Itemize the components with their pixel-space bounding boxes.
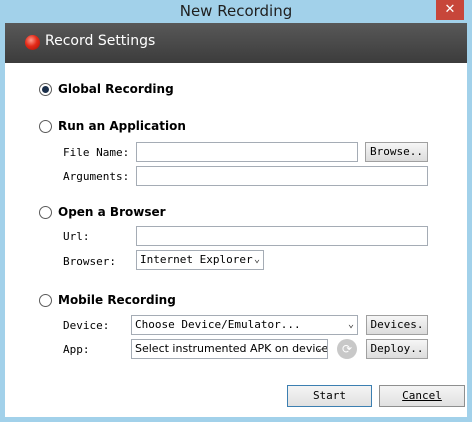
devices-button[interactable]: Devices. [366, 315, 428, 335]
window-title: New Recording [179, 2, 293, 20]
mobile-recording-label: Mobile Recording [58, 293, 176, 307]
browse-button[interactable]: Browse.. [365, 142, 428, 162]
browser-select-value: Internet Explorer [140, 253, 253, 266]
global-recording-radio[interactable] [39, 83, 52, 96]
device-label: Device: [63, 319, 110, 332]
close-icon: ✕ [444, 2, 456, 17]
chevron-down-icon: ⌄ [315, 343, 324, 354]
run-application-radio[interactable] [39, 120, 52, 133]
open-browser-radio[interactable] [39, 206, 52, 219]
cancel-button[interactable]: Cancel [379, 385, 465, 407]
file-name-input[interactable] [136, 142, 358, 162]
header-title: Record Settings [45, 33, 156, 49]
url-label: Url: [63, 230, 90, 243]
app-select-value: Select instrumented APK on device... [135, 342, 328, 355]
arguments-input[interactable] [136, 166, 428, 186]
open-browser-label: Open a Browser [58, 205, 166, 219]
header-bar: Record Settings [5, 23, 467, 63]
app-select[interactable]: Select instrumented APK on device... ⌄ [131, 339, 328, 359]
deploy-button[interactable]: Deploy.. [366, 339, 428, 359]
device-select-value: Choose Device/Emulator... [135, 318, 301, 331]
app-label: App: [63, 343, 90, 356]
record-icon [25, 35, 40, 50]
global-recording-label: Global Recording [58, 82, 174, 96]
chevron-down-icon: ⌄ [253, 254, 260, 265]
cancel-button-label: Cancel [402, 389, 442, 402]
browser-select[interactable]: Internet Explorer ⌄ [136, 250, 264, 270]
chevron-down-icon: ⌄ [347, 319, 354, 330]
start-button[interactable]: Start [287, 385, 372, 407]
run-application-label: Run an Application [58, 119, 186, 133]
dialog-body: Record Settings Global Recording Run an … [5, 23, 467, 417]
window-titlebar: New Recording ✕ [0, 0, 472, 23]
arguments-label: Arguments: [63, 170, 130, 183]
url-input[interactable] [136, 226, 428, 246]
refresh-icon[interactable]: ⟳ [337, 339, 357, 359]
browser-label: Browser: [63, 255, 116, 268]
mobile-recording-radio[interactable] [39, 294, 52, 307]
device-select[interactable]: Choose Device/Emulator... ⌄ [131, 315, 358, 335]
file-name-label: File Name: [63, 146, 130, 159]
close-button[interactable]: ✕ [436, 0, 464, 20]
